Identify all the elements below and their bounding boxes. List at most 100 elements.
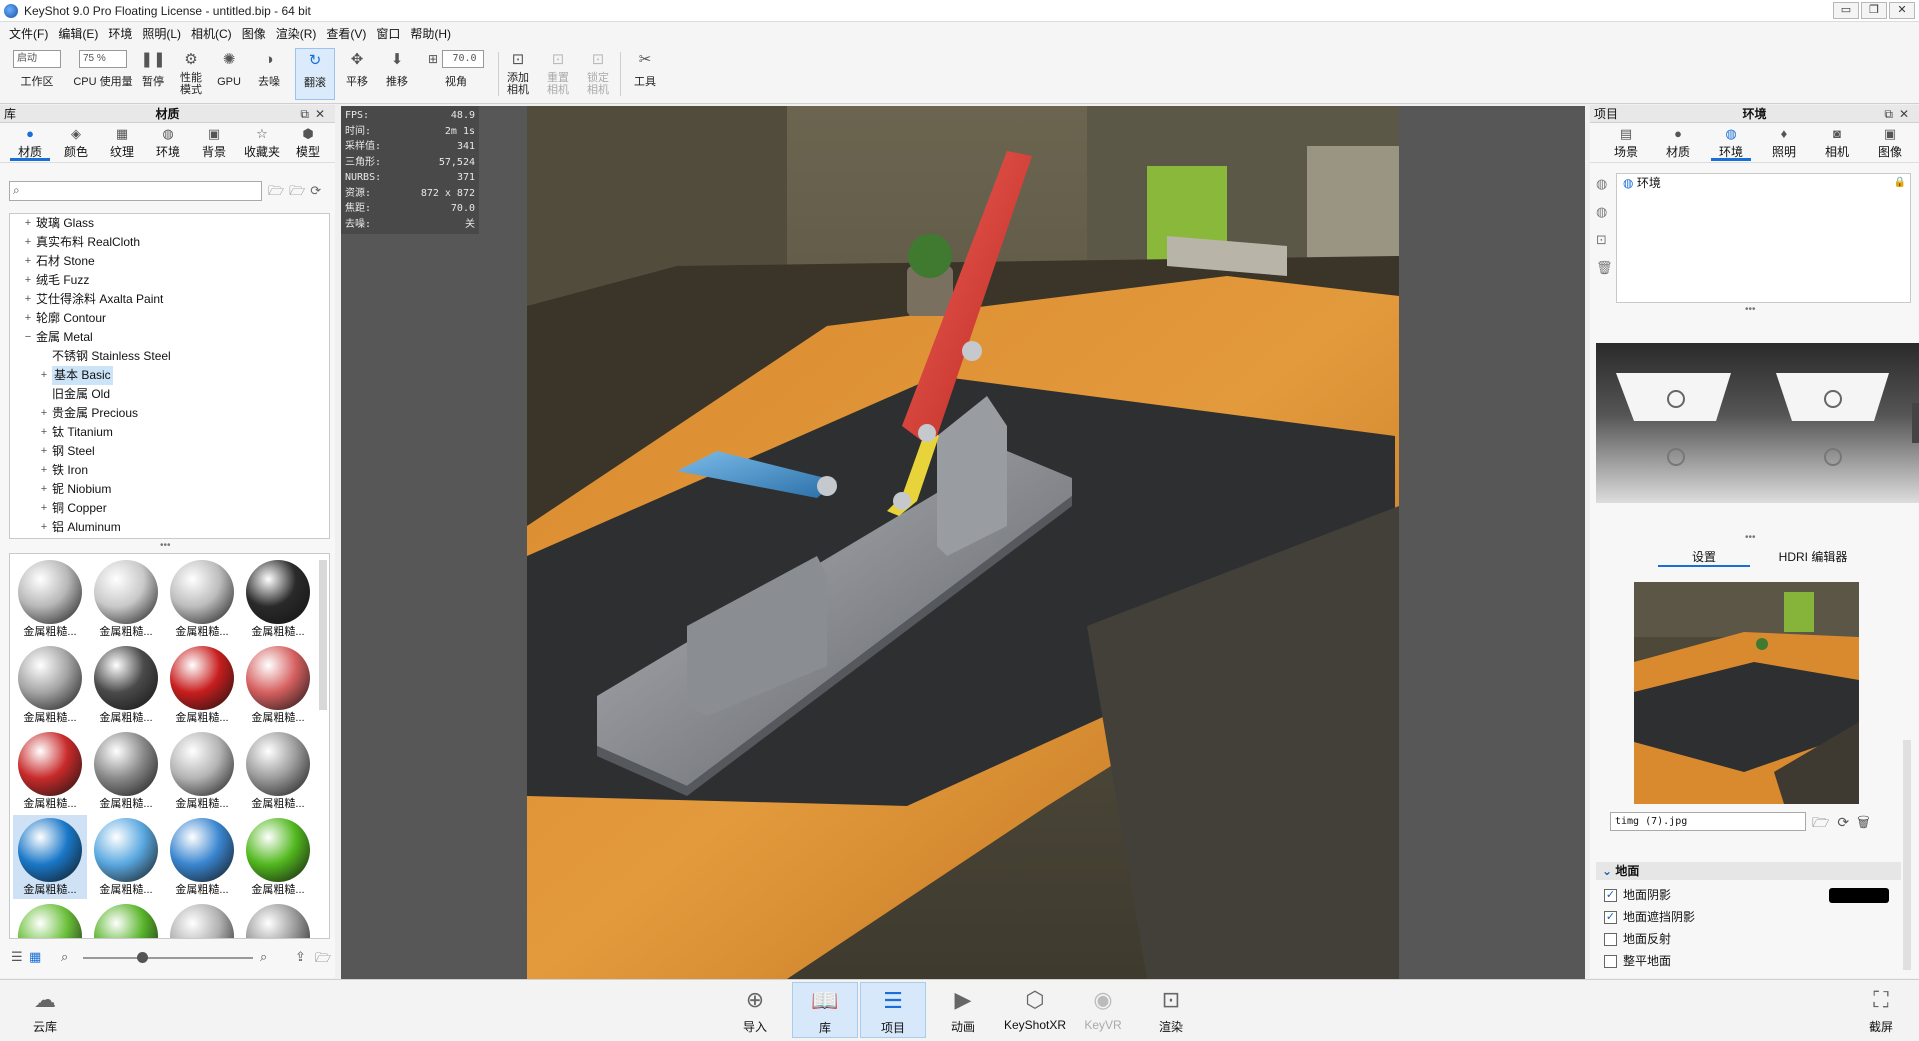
tree-item[interactable]: + 玻璃 Glass [10, 214, 329, 233]
checkbox[interactable] [1604, 932, 1617, 946]
expand-icon[interactable]: + [22, 309, 34, 328]
material-thumbnail[interactable]: 金属粗糙... [13, 643, 87, 727]
keyshotxr-button[interactable]: ⬡ KeyShotXR [1000, 982, 1070, 1038]
menu-file[interactable]: 文件(F) [4, 25, 53, 42]
tab-materials[interactable]: ● 材质 [10, 125, 50, 161]
expand-icon[interactable]: + [22, 214, 34, 233]
tab-image[interactable]: ▣ 图像 [1870, 125, 1910, 161]
material-thumbnail[interactable] [241, 901, 315, 938]
tab-environments[interactable]: ◍ 环境 [148, 125, 188, 161]
tree-item[interactable]: + 铁 Iron [10, 461, 329, 480]
real-time-render[interactable] [527, 106, 1399, 979]
delete-icon[interactable]: 🗑 [1857, 814, 1878, 830]
material-thumbnail[interactable] [165, 901, 239, 938]
add-environment-icon[interactable]: ◍ [1596, 176, 1607, 192]
pause-button[interactable]: ❚❚ 暂停 [138, 48, 168, 100]
tree-item[interactable]: + 铝 Aluminum [10, 518, 329, 537]
undock-icon[interactable]: ⧉ [1884, 107, 1899, 121]
zoom-in-icon[interactable]: ⌕ [260, 949, 267, 965]
close-button[interactable]: ✕ [1889, 2, 1915, 19]
lock-camera-button[interactable]: ⊡ 锁定相机 [582, 48, 614, 100]
material-thumbnail[interactable]: 金属粗糙... [89, 815, 163, 899]
fov-input[interactable]: 70.0 [442, 50, 485, 68]
checkbox[interactable]: ✓ [1604, 888, 1617, 902]
folder-sync-icon[interactable]: 🗁 [315, 949, 331, 971]
cloud-library-button[interactable]: ☁ 云库 [12, 982, 78, 1038]
checkbox[interactable]: ✓ [1604, 910, 1617, 924]
pan-button[interactable]: ✥ 平移 [340, 48, 374, 100]
material-thumbnail[interactable] [89, 901, 163, 938]
minimize-button[interactable]: ▭ [1833, 2, 1859, 19]
open-folder-icon[interactable]: 🗁 [268, 183, 289, 198]
library-button[interactable]: 📖 库 [792, 982, 858, 1038]
expand-icon[interactable]: + [22, 233, 34, 252]
gpu-button[interactable]: ✺ GPU [214, 48, 244, 100]
tree-item[interactable]: + 钢 Steel [10, 442, 329, 461]
splitter-handle[interactable]: ••• [160, 540, 171, 551]
tab-hdri-editor[interactable]: HDRI 编辑器 [1758, 548, 1868, 565]
tree-item[interactable]: + 石材 Stone [10, 252, 329, 271]
expand-icon[interactable]: + [22, 271, 34, 290]
keyvr-button[interactable]: ◉ KeyVR [1070, 982, 1136, 1038]
tab-material[interactable]: ● 材质 [1658, 125, 1698, 161]
animation-button[interactable]: ▶ 动画 [930, 982, 996, 1038]
expand-icon[interactable]: + [38, 480, 50, 499]
tree-item[interactable]: + 轮廓 Contour [10, 309, 329, 328]
tree-item[interactable]: + 绒毛 Fuzz [10, 271, 329, 290]
menu-image[interactable]: 图像 [237, 25, 271, 42]
material-thumbnail[interactable]: 金属粗糙... [241, 643, 315, 727]
material-thumbnail[interactable]: 金属粗糙... [165, 815, 239, 899]
open-folder-icon[interactable]: 🗁 [1812, 814, 1837, 830]
tree-item[interactable]: + 艾仕得涂料 Axalta Paint [10, 290, 329, 309]
material-thumbnail[interactable]: 金属粗糙... [89, 643, 163, 727]
add-camera-button[interactable]: ⊡ 添加相机 [502, 48, 534, 100]
screenshot-button[interactable]: ⛶ 截屏 [1848, 982, 1914, 1038]
tab-colors[interactable]: ◈ 颜色 [56, 125, 96, 161]
maximize-button[interactable]: ❐ [1861, 2, 1887, 19]
cpu-usage-select[interactable]: 75 % [79, 50, 127, 68]
close-panel-icon[interactable]: ✕ [315, 107, 331, 121]
slider-handle[interactable] [137, 952, 148, 963]
expand-icon[interactable]: + [38, 461, 50, 480]
tab-textures[interactable]: ▦ 纹理 [102, 125, 142, 161]
delete-icon[interactable]: 🗑 [1596, 260, 1613, 276]
material-thumbnail[interactable]: 金属粗糙... [165, 557, 239, 641]
material-thumbnail[interactable]: 金属粗糙... [241, 729, 315, 813]
add-folder-icon[interactable]: 🗁 [289, 183, 310, 198]
ground-section-header[interactable]: ⌄ 地面 [1596, 862, 1901, 880]
menu-help[interactable]: 帮助(H) [405, 25, 456, 42]
tab-favorites[interactable]: ☆ 收藏夹 [240, 125, 284, 161]
environment-list-item[interactable]: ◍ 环境 🔒 [1617, 174, 1910, 192]
zoom-out-icon[interactable]: ⌕ [61, 949, 68, 965]
material-thumbnail[interactable]: 金属粗糙... [13, 815, 87, 899]
material-thumbnail[interactable]: 金属粗糙... [13, 557, 87, 641]
material-thumbnail[interactable]: 金属粗糙... [89, 557, 163, 641]
list-view-icon[interactable]: ☰ [11, 949, 23, 965]
tree-item[interactable]: + 铌 Niobium [10, 480, 329, 499]
ground-shadow-color-swatch[interactable] [1829, 888, 1889, 903]
menu-environment[interactable]: 环境 [103, 25, 137, 42]
menu-render[interactable]: 渲染(R) [271, 25, 322, 42]
menu-lighting[interactable]: 照明(L) [137, 25, 186, 42]
tree-item[interactable]: + 真实布料 RealCloth [10, 233, 329, 252]
import-button[interactable]: ⊕ 导入 [722, 982, 788, 1038]
expand-icon[interactable]: + [38, 366, 50, 385]
tab-camera[interactable]: ◙ 相机 [1817, 125, 1857, 161]
tools-button[interactable]: ✂ 工具 [628, 48, 662, 100]
expand-icon[interactable]: + [38, 499, 50, 518]
tree-item[interactable]: 不锈钢 Stainless Steel [10, 347, 329, 366]
tree-item[interactable]: − 金属 Metal [10, 328, 329, 347]
expand-icon[interactable]: + [38, 442, 50, 461]
material-thumbnail[interactable]: 金属粗糙... [165, 643, 239, 727]
ground-option[interactable]: 地面反射 [1604, 930, 1671, 948]
project-panel-scrollbar[interactable] [1903, 740, 1911, 970]
tree-item[interactable]: + 钛 Titanium [10, 423, 329, 442]
tumble-button[interactable]: ↻ 翻滚 [295, 48, 335, 100]
dolly-button[interactable]: ⬇ 推移 [380, 48, 414, 100]
project-button[interactable]: ☰ 项目 [860, 982, 926, 1038]
material-thumbnail[interactable] [13, 901, 87, 938]
undock-icon[interactable]: ⧉ [300, 107, 315, 121]
material-thumbnail[interactable]: 金属粗糙... [241, 557, 315, 641]
ground-option[interactable]: ✓ 地面遮挡阴影 [1604, 908, 1695, 926]
tab-lighting[interactable]: ♦ 照明 [1764, 125, 1804, 161]
